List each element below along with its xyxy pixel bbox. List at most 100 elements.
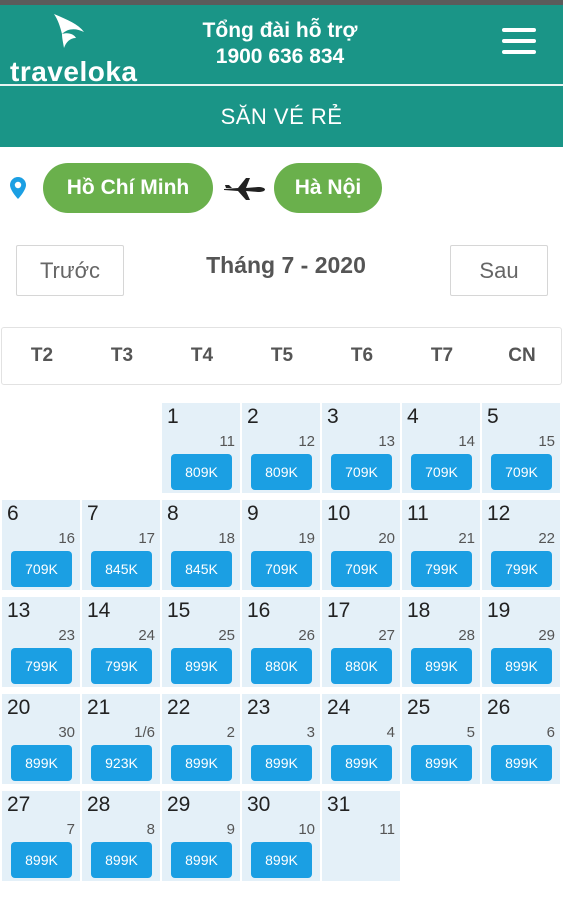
fare-price-button[interactable]: 809K [251,454,312,490]
calendar-day-cell[interactable]: 31 11 [322,791,400,881]
calendar-day-cell[interactable]: 15 25 899K [162,597,240,687]
lunar-date: 8 [146,821,155,838]
fare-price-button[interactable]: 845K [171,551,232,587]
day-number: 13 [7,599,31,622]
calendar-day-cell[interactable]: 9 19 709K [242,500,320,590]
lunar-date: 25 [218,627,235,644]
calendar-day-cell[interactable]: 13 23 799K [2,597,80,687]
next-month-button[interactable]: Sau [450,245,548,296]
day-number: 21 [87,696,111,719]
calendar-day-cell[interactable]: 14 24 799K [82,597,160,687]
day-number: 29 [167,793,191,816]
fare-price-button[interactable]: 899K [91,842,152,878]
fare-price-button[interactable]: 899K [171,745,232,781]
day-number: 26 [487,696,511,719]
calendar-day-cell[interactable]: 28 8 899K [82,791,160,881]
hamburger-menu-icon[interactable] [502,28,542,58]
calendar-day-cell[interactable]: 11 21 799K [402,500,480,590]
lunar-date: 7 [66,821,75,838]
calendar-day-cell[interactable]: 23 3 899K [242,694,320,784]
bird-logo-icon [54,14,84,48]
day-number: 8 [167,502,179,525]
fare-price-button[interactable]: 709K [251,551,312,587]
lunar-date: 11 [379,821,395,838]
day-number: 10 [327,502,351,525]
lunar-date: 26 [298,627,315,644]
fare-price-button[interactable]: 899K [11,745,72,781]
fare-price-button[interactable]: 923K [91,745,152,781]
calendar-day-cell[interactable]: 30 10 899K [242,791,320,881]
calendar-day-cell[interactable]: 3 13 709K [322,403,400,493]
calendar-day-cell[interactable]: 22 2 899K [162,694,240,784]
fare-price-button[interactable]: 899K [491,648,552,684]
traveloka-logo[interactable]: traveloka [10,12,137,87]
fare-price-button[interactable]: 799K [91,648,152,684]
calendar-day-cell[interactable]: 5 15 709K [482,403,560,493]
calendar-day-cell[interactable]: 27 7 899K [2,791,80,881]
lunar-date: 23 [58,627,75,644]
calendar-day-cell[interactable]: 25 5 899K [402,694,480,784]
calendar-day-cell[interactable]: 12 22 799K [482,500,560,590]
calendar-day-cell[interactable]: 10 20 709K [322,500,400,590]
calendar-day-cell[interactable]: 16 26 880K [242,597,320,687]
day-number: 30 [247,793,271,816]
month-title: Tháng 7 - 2020 [206,252,366,278]
fare-price-button[interactable]: 845K [91,551,152,587]
lunar-date: 27 [378,627,395,644]
hotline-number[interactable]: 1900 636 834 [175,44,385,70]
fare-price-button[interactable]: 709K [491,454,552,490]
weekday-tue: T3 [110,345,134,366]
fare-price-button[interactable]: 899K [411,745,472,781]
calendar-day-cell[interactable]: 6 16 709K [2,500,80,590]
calendar-day-cell[interactable]: 8 18 845K [162,500,240,590]
fare-price-button[interactable]: 709K [331,551,392,587]
calendar-day-cell[interactable]: 1 11 809K [162,403,240,493]
fare-price-button[interactable]: 899K [251,745,312,781]
calendar-day-cell[interactable]: 29 9 899K [162,791,240,881]
lunar-date: 4 [386,724,395,741]
fare-price-button[interactable]: 880K [251,648,312,684]
calendar-day-cell[interactable]: 21 1/6 923K [82,694,160,784]
hotline-title: Tổng đài hỗ trợ [202,19,358,42]
destination-city-button[interactable]: Hà Nội [274,163,382,213]
calendar-day-cell[interactable]: 7 17 845K [82,500,160,590]
fare-price-button[interactable]: 799K [11,648,72,684]
origin-city-button[interactable]: Hồ Chí Minh [43,163,213,213]
lunar-date: 21 [458,530,475,547]
calendar-day-cell[interactable]: 26 6 899K [482,694,560,784]
previous-month-button[interactable]: Trước [16,245,124,296]
day-number: 27 [7,793,31,816]
fare-price-button[interactable]: 709K [411,454,472,490]
calendar-day-cell[interactable]: 4 14 709K [402,403,480,493]
fare-price-button[interactable]: 899K [491,745,552,781]
fare-price-button[interactable]: 899K [411,648,472,684]
day-number: 9 [247,502,259,525]
lunar-date: 14 [458,433,475,450]
calendar-day-cell[interactable]: 19 29 899K [482,597,560,687]
lunar-date: 11 [219,433,235,450]
weekday-mon: T2 [30,345,54,366]
fare-price-button[interactable]: 899K [171,648,232,684]
calendar-day-cell[interactable]: 20 30 899K [2,694,80,784]
lunar-date: 6 [546,724,555,741]
hotline[interactable]: Tổng đài hỗ trợ 1900 636 834 [175,18,385,70]
day-number: 22 [167,696,191,719]
fare-price-button[interactable]: 809K [171,454,232,490]
calendar-day-cell[interactable]: 18 28 899K [402,597,480,687]
calendar-day-cell[interactable]: 2 12 809K [242,403,320,493]
fare-price-button[interactable]: 880K [331,648,392,684]
day-number: 1 [167,405,179,428]
calendar-day-cell[interactable]: 17 27 880K [322,597,400,687]
day-number: 5 [487,405,499,428]
fare-price-button[interactable]: 799K [491,551,552,587]
calendar-day-cell[interactable]: 24 4 899K [322,694,400,784]
fare-price-button[interactable]: 899K [11,842,72,878]
fare-price-button[interactable]: 899K [331,745,392,781]
fare-price-button[interactable]: 709K [11,551,72,587]
lunar-date: 18 [218,530,235,547]
fare-price-button[interactable]: 709K [331,454,392,490]
fare-price-button[interactable]: 799K [411,551,472,587]
fare-price-button[interactable]: 899K [171,842,232,878]
fare-price-button[interactable]: 899K [251,842,312,878]
lunar-date: 20 [378,530,395,547]
